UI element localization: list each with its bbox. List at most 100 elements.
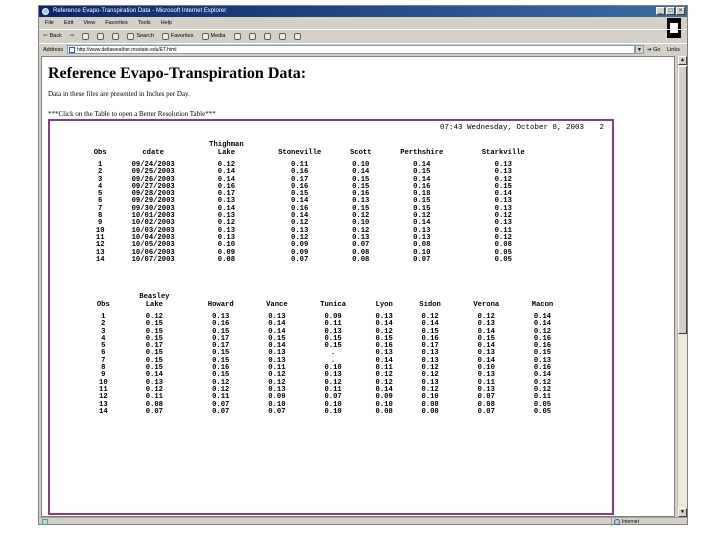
menu-bar: File Edit View Favorites Tools Help	[39, 18, 687, 28]
column-header: Verona	[473, 301, 500, 309]
stop-icon	[82, 32, 90, 40]
table-cell: 0.08	[421, 407, 439, 416]
scroll-down-icon[interactable]: ▼	[678, 508, 687, 517]
history-button[interactable]	[233, 30, 241, 42]
table-cell: 0.10	[324, 407, 342, 416]
column-header: Obs	[93, 149, 107, 157]
menu-favorites[interactable]: Favorites	[105, 18, 128, 28]
favorites-button[interactable]: Favorites	[161, 30, 194, 42]
page-done-icon	[42, 519, 48, 525]
scroll-thumb[interactable]	[678, 66, 687, 334]
menu-tools[interactable]: Tools	[138, 18, 151, 28]
menu-edit[interactable]: Edit	[64, 18, 73, 28]
address-url: http://www.deltaweather.msstate.edu/ET.h…	[77, 47, 177, 53]
back-arrow-icon: ⇦	[43, 32, 48, 39]
go-button[interactable]: ➔ Go	[647, 44, 660, 56]
media-icon	[201, 32, 209, 40]
table-cell: 0.08	[217, 255, 236, 264]
report-page-number: 2	[599, 124, 604, 132]
menu-file[interactable]: File	[45, 18, 54, 28]
mail-button[interactable]	[248, 30, 256, 42]
page-content: Reference Evapo-Transpiration Data: Data…	[41, 56, 675, 517]
history-icon	[233, 32, 241, 40]
refresh-button[interactable]	[97, 30, 105, 42]
table-cell: 0.07	[413, 255, 431, 264]
column-header: Perthshire	[400, 149, 444, 157]
column-header: Scott	[349, 149, 372, 157]
window-controls: _ □ ×	[656, 7, 685, 15]
table-cell: 14	[95, 255, 105, 264]
search-button[interactable]: Search	[127, 30, 154, 42]
table-cell: 0.07	[477, 407, 495, 416]
table-cell: 0.05	[533, 407, 552, 416]
column-header: Thighman Lake	[209, 141, 244, 157]
table-row: 14 10/07/2003 0.08 0.07 0.08 0.07 0.05	[88, 255, 544, 264]
home-button[interactable]	[112, 30, 120, 42]
address-dropdown-button[interactable]: ▼	[635, 45, 644, 54]
column-header: Starkville	[481, 149, 525, 157]
page-icon	[69, 47, 75, 53]
column-header: Howard	[207, 301, 234, 309]
forward-button[interactable]: ⇨	[70, 30, 75, 42]
vertical-scrollbar[interactable]: ▲ ▼	[677, 56, 687, 517]
table-cell: 14	[99, 407, 108, 416]
search-icon	[127, 32, 135, 40]
discuss-icon	[293, 32, 301, 40]
browser-window: Reference Evapo-Transpiration Data - Mic…	[38, 5, 688, 526]
table-cell: 0.07	[268, 407, 286, 416]
table-cell: 0.07	[291, 255, 309, 264]
table-cell: 10/07/2003	[131, 255, 175, 264]
print-button[interactable]	[263, 30, 271, 42]
toolbar: ⇦ Back ⇨ Search Favorites Media	[39, 29, 687, 42]
table-cell: 0.07	[212, 407, 230, 416]
zone-label: Internet	[622, 519, 639, 525]
scroll-up-icon[interactable]: ▲	[678, 56, 687, 65]
globe-icon	[614, 519, 620, 525]
column-header: Beasley Lake	[139, 293, 170, 309]
menu-view[interactable]: View	[83, 18, 95, 28]
edit-icon	[278, 32, 286, 40]
column-header: Lyon	[375, 301, 393, 309]
table-cell: 0.07	[145, 407, 163, 416]
maximize-button[interactable]: □	[666, 7, 675, 15]
refresh-icon	[97, 32, 105, 40]
search-label: Search	[136, 32, 154, 39]
page-heading: Reference Evapo-Transpiration Data:	[48, 65, 307, 82]
stop-button[interactable]	[82, 30, 90, 42]
go-label: Go	[653, 47, 661, 53]
column-header: Sidon	[419, 301, 441, 309]
report-table-image[interactable]: 07:43 Wednesday, October 8, 2003 2 Obs c…	[48, 119, 614, 515]
close-button[interactable]: ×	[676, 7, 685, 15]
forward-arrow-icon: ⇨	[69, 32, 75, 39]
minimize-button[interactable]: _	[656, 7, 665, 15]
edit-button[interactable]	[278, 30, 286, 42]
security-zone: Internet	[611, 518, 685, 526]
table-header-row: Obs Beasley Lake Howard Vance Tunica Lyon …	[88, 293, 568, 309]
status-bar: Internet	[39, 517, 687, 526]
address-label: Address	[43, 47, 64, 53]
column-header: Obs	[96, 301, 110, 309]
links-button[interactable]: Links	[667, 44, 680, 56]
table-header-row: Obs cdate Thighman Lake Stoneville Scott P…	[88, 141, 544, 157]
units-note: Data in these files are presented in Inc…	[48, 90, 190, 98]
column-header: cdate	[142, 149, 164, 157]
print-icon	[263, 32, 271, 40]
et-table-2: Obs Beasley Lake Howard Vance Tunica Lyon …	[88, 293, 568, 416]
back-button[interactable]: ⇦ Back	[43, 30, 62, 42]
table-cell: 0.08	[375, 407, 393, 416]
menu-help[interactable]: Help	[161, 18, 172, 28]
table-cell: 0.05	[494, 255, 512, 264]
media-button[interactable]: Media	[201, 30, 226, 42]
click-note: ***Click on the Table to open a Better R…	[48, 110, 216, 118]
window-title: Reference Evapo-Transpiration Data - Mic…	[53, 8, 227, 14]
favorites-icon	[161, 32, 169, 40]
go-arrow-icon: ➔	[647, 47, 652, 53]
report-timestamp: 07:43 Wednesday, October 8, 2003	[439, 124, 584, 132]
discuss-button[interactable]	[293, 30, 301, 42]
et-table-1: Obs cdate Thighman Lake Stoneville Scott P…	[88, 141, 544, 264]
home-icon	[112, 32, 120, 40]
address-input[interactable]: http://www.deltaweather.msstate.edu/ET.h…	[67, 45, 635, 54]
favorites-label: Favorites	[170, 32, 194, 39]
column-header: Vance	[266, 301, 288, 309]
column-header: Tunica	[320, 301, 347, 309]
